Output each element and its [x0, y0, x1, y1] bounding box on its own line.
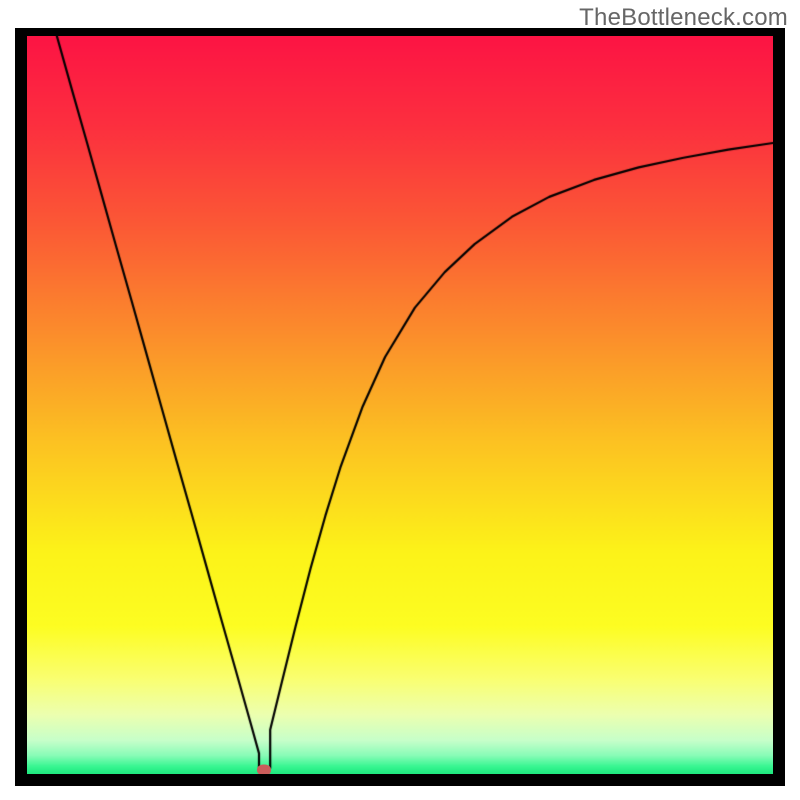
chart-frame	[15, 28, 785, 786]
minimum-marker	[257, 765, 271, 774]
plot-area	[27, 36, 773, 774]
watermark-text: TheBottleneck.com	[579, 4, 788, 32]
bottleneck-curve	[27, 36, 773, 774]
